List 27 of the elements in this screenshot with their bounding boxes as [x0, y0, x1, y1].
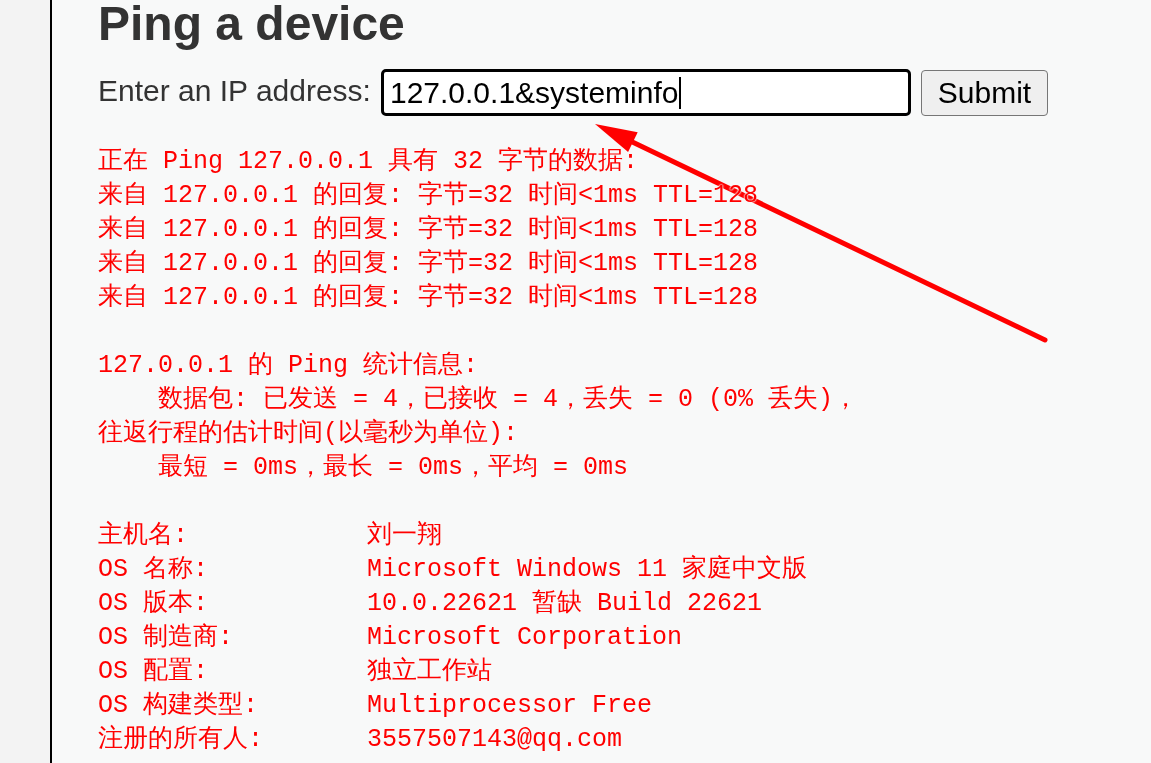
info-label: OS 名称: [98, 554, 208, 586]
info-label: 主机名: [98, 520, 188, 552]
output-line: 数据包: 已发送 = 4，已接收 = 4，丢失 = 0 (0% 丢失)， [158, 384, 859, 416]
info-value: 10.0.22621 暂缺 Build 22621 [367, 588, 763, 620]
output-line: 正在 Ping 127.0.0.1 具有 32 字节的数据: [98, 146, 639, 178]
output-line: 127.0.0.1 的 Ping 统计信息: [98, 350, 479, 382]
info-label: OS 版本: [98, 588, 208, 620]
text-cursor-icon [679, 76, 682, 109]
info-value: 独立工作站 [367, 656, 492, 688]
output-line: 来自 127.0.0.1 的回复: 字节=32 时间<1ms TTL=128 [98, 248, 759, 280]
page-title: Ping a device [98, 0, 405, 48]
info-value: 刘一翔 [367, 520, 442, 552]
info-value: 3557507143@qq.com [367, 724, 623, 756]
submit-button[interactable]: Submit [920, 69, 1048, 116]
info-label: 注册的所有人: [98, 724, 263, 756]
info-value: Multiprocessor Free [367, 690, 653, 722]
output-line: 来自 127.0.0.1 的回复: 字节=32 时间<1ms TTL=128 [98, 282, 759, 314]
info-label: OS 配置: [98, 656, 208, 688]
info-label: OS 构建类型: [98, 690, 258, 722]
output-line: 来自 127.0.0.1 的回复: 字节=32 时间<1ms TTL=128 [98, 214, 759, 246]
info-value: Microsoft Corporation [367, 622, 683, 654]
info-value: Microsoft Windows 11 家庭中文版 [367, 554, 808, 586]
ip-address-label: Enter an IP address: [98, 75, 371, 106]
info-label: OS 制造商: [98, 622, 233, 654]
output-line: 最短 = 0ms，最长 = 0ms，平均 = 0ms [158, 452, 629, 484]
input-field[interactable]: 127.0.0.1&systeminfo [380, 69, 911, 116]
output-line: 往返行程的估计时间(以毫秒为单位): [98, 418, 518, 450]
